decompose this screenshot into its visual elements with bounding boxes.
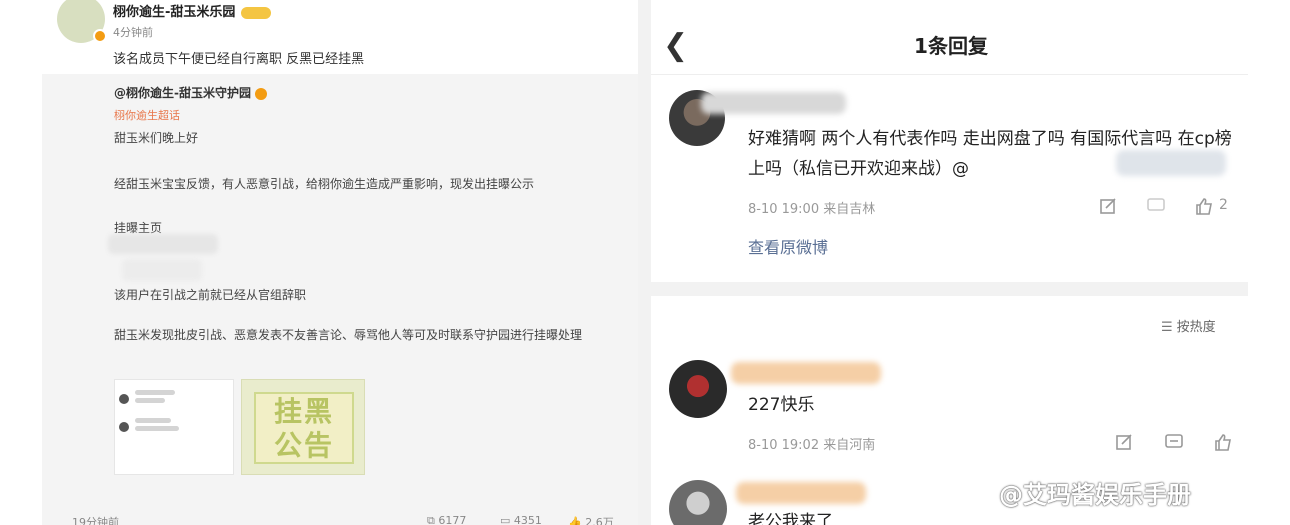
poster-frame: 挂黑 公告 (254, 392, 354, 464)
like-icon[interactable] (1194, 196, 1214, 216)
blurred-mention (1116, 150, 1226, 176)
view-original-link[interactable]: 查看原微博 (748, 234, 828, 258)
comment-time: 4分钟前 (113, 26, 153, 39)
sort-label[interactable]: 按热度 (1177, 320, 1216, 335)
blurred-homepage-link (108, 234, 218, 254)
quoted-post[interactable]: @栩你逾生-甜玉米守护园 栩你逾生超话 甜玉米们晚上好 经甜玉米宝宝反馈，有人恶… (42, 74, 638, 525)
supertopic-tag[interactable]: 栩你逾生超话 (114, 107, 180, 123)
weibo-logo-icon (965, 483, 993, 509)
user-avatar[interactable] (57, 0, 107, 43)
left-screenshot-panel: 栩你逾生-甜玉米乐园 4分钟前 该名成员下午便已经自行离职 反黑已经挂黑 @栩你… (0, 0, 638, 525)
thumb-line (135, 418, 171, 423)
sort-by-hot-button[interactable]: ☰ 按热度 (1161, 316, 1216, 335)
quoted-author[interactable]: @栩你逾生-甜玉米守护园 (114, 84, 267, 101)
post-line-notice: 经甜玉米宝宝反馈，有人恶意引战，给栩你逾生造成严重影响，现发出挂曝公示 (114, 177, 535, 191)
reply-meta: 8-10 19:00 来自吉林 (748, 202, 876, 217)
like-count: 2.6万 (585, 516, 614, 525)
watermark-text: @艾玛酱娱乐手册 (999, 481, 1191, 509)
weibo-watermark: @艾玛酱娱乐手册 (965, 475, 1191, 510)
post-line-report: 甜玉米发现批皮引战、恶意发表不友善言论、辱骂他人等可及时联系守护园进行挂曝处理 (114, 328, 583, 342)
panel-divider (638, 0, 651, 525)
post-time: 19分钟前 (72, 516, 119, 525)
post-line-resigned: 该用户在引战之前就已经从官组辞职 (114, 288, 307, 302)
crown-badge-icon (241, 6, 272, 19)
quoted-author-text[interactable]: @栩你逾生-甜玉米守护园 (114, 86, 251, 100)
page-title: 1条回复 (914, 34, 988, 58)
blurred-username (701, 92, 846, 114)
blurred-homepage-link-2 (122, 259, 202, 281)
comment-username-text[interactable]: 栩你逾生-甜玉米乐园 (113, 5, 235, 20)
comment-icon[interactable] (1164, 432, 1184, 452)
thumb-avatar-icon (119, 394, 129, 404)
reply-text: 227快乐 (748, 395, 815, 415)
like-count: 2 (1219, 197, 1228, 213)
like-button[interactable]: 👍 2.6万 (568, 514, 614, 525)
thumb-line (135, 398, 165, 403)
like-icon[interactable] (1213, 432, 1233, 452)
section-separator (651, 282, 1248, 296)
post-line-greeting: 甜玉米们晚上好 (114, 131, 199, 145)
verified-badge-icon (254, 87, 267, 100)
header-divider (651, 74, 1248, 75)
reply-text: 老公我来了 (748, 512, 833, 525)
repost-count: 6177 (438, 514, 467, 525)
comment-username[interactable]: 栩你逾生-甜玉米乐园 (113, 1, 272, 20)
blurred-username (731, 362, 881, 384)
reply-meta: 8-10 19:02 来自河南 (748, 438, 876, 453)
right-screenshot-panel: ❮ 1条回复 好难猜啊 两个人有代表作吗 走出网盘了吗 有国际代言吗 在cp榜上… (651, 0, 1290, 525)
comment-icon[interactable] (1146, 196, 1166, 216)
poster-text-2: 公告 (273, 429, 334, 462)
comment-text: 该名成员下午便已经自行离职 反黑已经挂黑 (113, 52, 365, 67)
comment-button[interactable]: ▭ 4351 (500, 514, 542, 525)
thumb-line (135, 390, 175, 395)
verified-badge-icon (93, 29, 107, 43)
screenshot-thumbnail[interactable] (114, 379, 234, 475)
thumb-line (135, 426, 179, 431)
thumb-avatar-icon (119, 422, 129, 432)
sort-icon: ☰ (1161, 320, 1173, 335)
comment-count: 4351 (513, 514, 542, 525)
blacklist-poster-thumbnail[interactable]: 挂黑 公告 (241, 379, 365, 475)
share-icon[interactable] (1114, 432, 1134, 452)
blurred-username (736, 482, 866, 504)
share-icon[interactable] (1098, 196, 1118, 216)
reply-avatar[interactable] (669, 360, 727, 418)
reply-avatar[interactable] (669, 480, 727, 525)
poster-text-1: 挂黑 (273, 395, 334, 428)
repost-button[interactable]: ⧉ 6177 (427, 514, 466, 525)
